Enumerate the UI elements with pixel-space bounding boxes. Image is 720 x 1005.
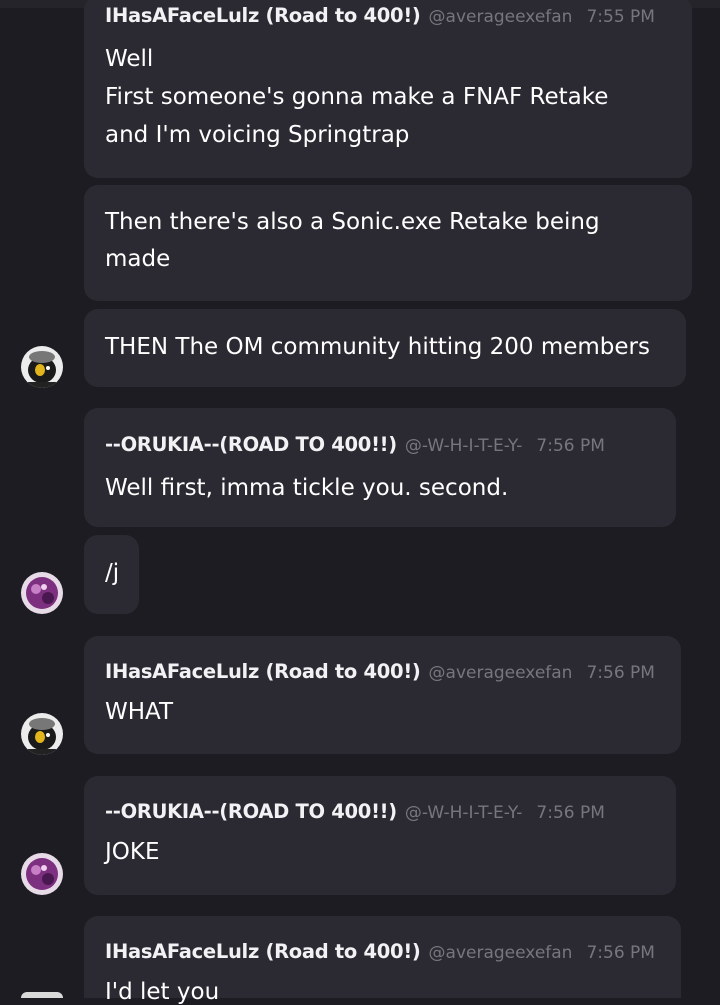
message-text-line: JOKE <box>105 839 160 865</box>
message-text-line: Well first, imma tickle you. second. <box>105 475 509 501</box>
message-text-line: THEN The OM community hitting 200 member… <box>105 334 650 360</box>
message-bubble[interactable]: --ORUKIA--(ROAD TO 400!!) @-W-H-I-T-E-Y- 7… <box>84 776 676 895</box>
message-header: IHasAFaceLulz (Road to 400!) @averageexef… <box>105 940 655 963</box>
message-text-line: and I'm voicing Springtrap <box>105 122 410 148</box>
message-text-line: First someone's gonna make a FNAF Retake <box>105 84 609 110</box>
message-bubble[interactable]: Then there's also a Sonic.exe Retake bei… <box>84 185 692 301</box>
message-bubble[interactable]: IHasAFaceLulz (Road to 400!) @averageexef… <box>84 636 681 754</box>
message-text-line: made <box>105 246 171 272</box>
author-name[interactable]: IHasAFaceLulz (Road to 400!) <box>105 660 421 683</box>
user-avatar[interactable] <box>21 346 63 388</box>
user-avatar[interactable] <box>21 992 63 998</box>
penguin-avatar-icon <box>21 713 63 755</box>
message-text-line: Then there's also a Sonic.exe Retake bei… <box>105 209 600 235</box>
message-time: 7:56 PM <box>536 803 605 823</box>
author-handle[interactable]: @averageexefan <box>429 7 573 27</box>
purple-anime-avatar-icon <box>21 853 63 895</box>
message-bubble[interactable]: THEN The OM community hitting 200 member… <box>84 309 686 387</box>
penguin-avatar-icon <box>21 346 63 388</box>
message-text-line: /j <box>105 560 120 586</box>
purple-anime-avatar-icon <box>21 572 63 614</box>
user-avatar[interactable] <box>21 853 63 895</box>
message-header: IHasAFaceLulz (Road to 400!) @averageexef… <box>105 660 655 683</box>
penguin-avatar-icon <box>21 992 63 998</box>
message-bubble[interactable]: /j <box>84 535 139 614</box>
author-handle[interactable]: @averageexefan <box>429 943 573 963</box>
author-name[interactable]: IHasAFaceLulz (Road to 400!) <box>105 4 421 27</box>
author-handle[interactable]: @averageexefan <box>429 663 573 683</box>
message-text-line: Well <box>105 46 154 72</box>
message-time: 7:56 PM <box>536 436 605 456</box>
author-handle[interactable]: @-W-H-I-T-E-Y- <box>405 803 523 823</box>
message-time: 7:55 PM <box>586 7 655 27</box>
message-header: --ORUKIA--(ROAD TO 400!!) @-W-H-I-T-E-Y- 7… <box>105 433 605 456</box>
user-avatar[interactable] <box>21 572 63 614</box>
message-time: 7:56 PM <box>586 663 655 683</box>
message-bubble[interactable]: IHasAFaceLulz (Road to 400!) @averageexef… <box>84 0 692 178</box>
author-handle[interactable]: @-W-H-I-T-E-Y- <box>405 436 523 456</box>
message-header: IHasAFaceLulz (Road to 400!) @averageexef… <box>105 4 655 27</box>
message-bubble[interactable]: IHasAFaceLulz (Road to 400!) @averageexef… <box>84 916 681 1005</box>
author-name[interactable]: --ORUKIA--(ROAD TO 400!!) <box>105 800 397 823</box>
message-bubble[interactable]: --ORUKIA--(ROAD TO 400!!) @-W-H-I-T-E-Y- 7… <box>84 408 676 527</box>
message-text-line: I'd let you <box>105 979 220 1005</box>
message-time: 7:56 PM <box>586 943 655 963</box>
user-avatar[interactable] <box>21 713 63 755</box>
message-header: --ORUKIA--(ROAD TO 400!!) @-W-H-I-T-E-Y- 7… <box>105 800 605 823</box>
message-text-line: WHAT <box>105 699 174 725</box>
author-name[interactable]: --ORUKIA--(ROAD TO 400!!) <box>105 433 397 456</box>
author-name[interactable]: IHasAFaceLulz (Road to 400!) <box>105 940 421 963</box>
